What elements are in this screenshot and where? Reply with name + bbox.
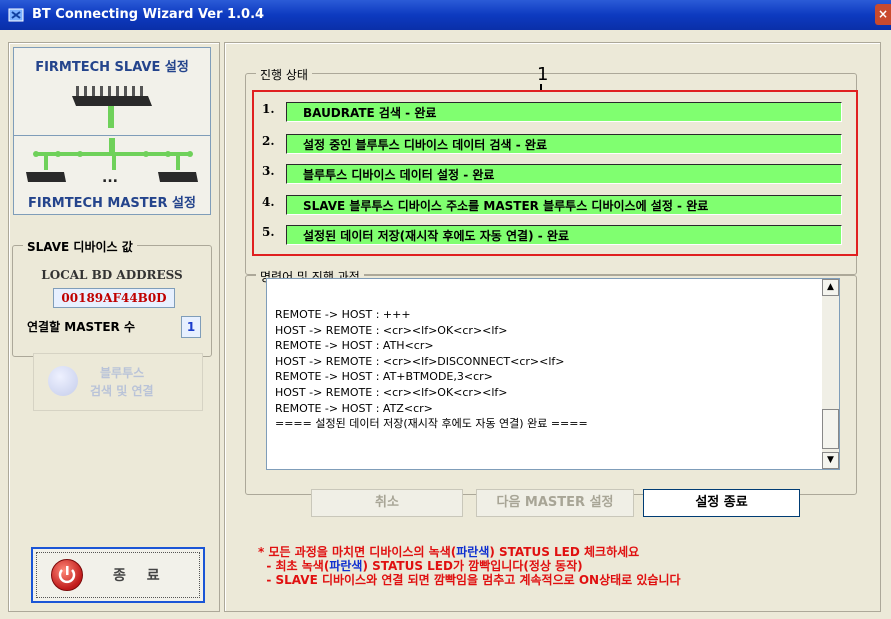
master-dots: ...: [102, 170, 118, 186]
note-text-blue: 파란색: [456, 545, 490, 559]
log-line: ==== 설정된 데이터 저장(재시작 후에도 자동 연결) 완료 ====: [275, 417, 588, 431]
step-text: 설정된 데이터 저장(재시작 후에도 자동 연결) - 완료: [303, 229, 569, 243]
slave-button-label: FIRMTECH SLAVE 설정: [35, 60, 189, 75]
log-scrollbar[interactable]: ▲ ▼: [822, 279, 839, 469]
master-count-value: 1: [181, 316, 201, 338]
annotation-number: 1: [537, 64, 549, 85]
chip-icon: [72, 86, 152, 128]
note-line-2: - 최초 녹색(파란색) STATUS LED가 깜빡입니다(정상 동작): [258, 559, 681, 573]
search-connect-icon: [48, 366, 78, 396]
note-line-1: * 모든 과정을 마치면 디바이스의 녹색(파란색) STATUS LED 체크…: [258, 545, 681, 559]
step-bar: BAUDRATE 검색 - 완료: [286, 102, 842, 122]
step-number: 2.: [262, 134, 275, 148]
step-number: 1.: [262, 102, 275, 116]
log-line: HOST -> REMOTE : <cr><lf>OK<cr><lf>: [275, 323, 508, 337]
scroll-up-icon[interactable]: ▲: [822, 279, 839, 296]
status-led-notes: * 모든 과정을 마치면 디바이스의 녹색(파란색) STATUS LED 체크…: [258, 545, 681, 587]
window-title: BT Connecting Wizard Ver 1.0.4: [32, 7, 265, 22]
note-text: - 최초 녹색(: [258, 559, 330, 573]
app-icon: [8, 8, 24, 22]
log-line: REMOTE -> HOST : +++: [275, 308, 411, 321]
step-number: 3.: [262, 164, 275, 178]
slave-group-label: SLAVE 디바이스 값: [23, 238, 137, 255]
master-button-label: FIRMTECH MASTER 설정: [28, 196, 196, 211]
step-text: 블루투스 디바이스 데이터 설정 - 완료: [303, 168, 495, 182]
finish-setup-button[interactable]: 설정 종료: [643, 489, 800, 517]
note-text-blue: 파란색: [329, 559, 363, 573]
search-button-line2: 검색 및 연결: [90, 384, 154, 398]
note-text: ) STATUS LED 체크하세요: [489, 545, 640, 559]
local-bd-address-label: LOCAL BD ADDRESS: [41, 268, 183, 282]
log-line: HOST -> REMOTE : <cr><lf>DISCONNECT<cr><…: [275, 354, 565, 368]
exit-button[interactable]: 종 료: [31, 547, 205, 603]
log-line: REMOTE -> HOST : ATH<cr>: [275, 339, 434, 353]
bluetooth-search-connect-button[interactable]: 블루투스 검색 및 연결: [33, 353, 203, 411]
command-log-textarea[interactable]: REMOTE -> HOST : +++ HOST -> REMOTE : <cr…: [266, 278, 840, 470]
next-master-setup-button[interactable]: 다음 MASTER 설정: [476, 489, 634, 517]
scroll-thumb[interactable]: [822, 409, 839, 449]
step-bar: 설정된 데이터 저장(재시작 후에도 자동 연결) - 완료: [286, 225, 842, 245]
firmtech-master-setup-button[interactable]: ... FIRMTECH MASTER 설정: [13, 135, 211, 215]
local-bd-address-value: 00189AF44B0D: [53, 288, 175, 308]
note-line-3: - SLAVE 디바이스와 연결 되면 깜빡임을 멈추고 계속적으로 ON상태로…: [258, 573, 681, 587]
step-text: SLAVE 블루투스 디바이스 주소를 MASTER 블루투스 디바이스에 설정…: [303, 199, 709, 213]
step-text: BAUDRATE 검색 - 완료: [303, 106, 437, 120]
search-button-line1: 블루투스: [100, 366, 145, 380]
progress-group-label: 진행 상태: [256, 66, 312, 83]
close-button[interactable]: ×: [875, 4, 891, 25]
log-lines: REMOTE -> HOST : +++ HOST -> REMOTE : <cr…: [275, 307, 815, 432]
step-bar: 블루투스 디바이스 데이터 설정 - 완료: [286, 164, 842, 184]
cancel-button[interactable]: 취소: [311, 489, 463, 517]
title-bar: BT Connecting Wizard Ver 1.0.4 ×: [0, 0, 891, 30]
scroll-down-icon[interactable]: ▼: [822, 452, 839, 469]
step-text: 설정 중인 블루투스 디바이스 데이터 검색 - 완료: [303, 138, 547, 152]
note-text: ) STATUS LED가 깜빡입니다(정상 동작): [362, 559, 583, 573]
master-count-label: 연결할 MASTER 수: [27, 320, 136, 334]
log-line: REMOTE -> HOST : AT+BTMODE,3<cr>: [275, 370, 493, 384]
firmtech-slave-setup-button[interactable]: FIRMTECH SLAVE 설정: [13, 47, 211, 137]
log-line: HOST -> REMOTE : <cr><lf>OK<cr><lf>: [275, 385, 508, 399]
step-bar: 설정 중인 블루투스 디바이스 데이터 검색 - 완료: [286, 134, 842, 154]
power-icon: [51, 559, 83, 591]
step-number: 4.: [262, 195, 275, 209]
log-line: REMOTE -> HOST : ATZ<cr>: [275, 401, 433, 415]
note-text: * 모든 과정을 마치면 디바이스의 녹색(: [258, 545, 457, 559]
step-number: 5.: [262, 225, 275, 239]
left-panel: FIRMTECH SLAVE 설정 ... FIRMTECH MASTER 설정…: [8, 42, 220, 612]
slave-device-group: SLAVE 디바이스 값 LOCAL BD ADDRESS 00189AF44B…: [12, 238, 212, 357]
step-bar: SLAVE 블루투스 디바이스 주소를 MASTER 블루투스 디바이스에 설정…: [286, 195, 842, 215]
exit-button-label: 종 료: [113, 568, 168, 584]
network-icon: ...: [26, 138, 198, 186]
